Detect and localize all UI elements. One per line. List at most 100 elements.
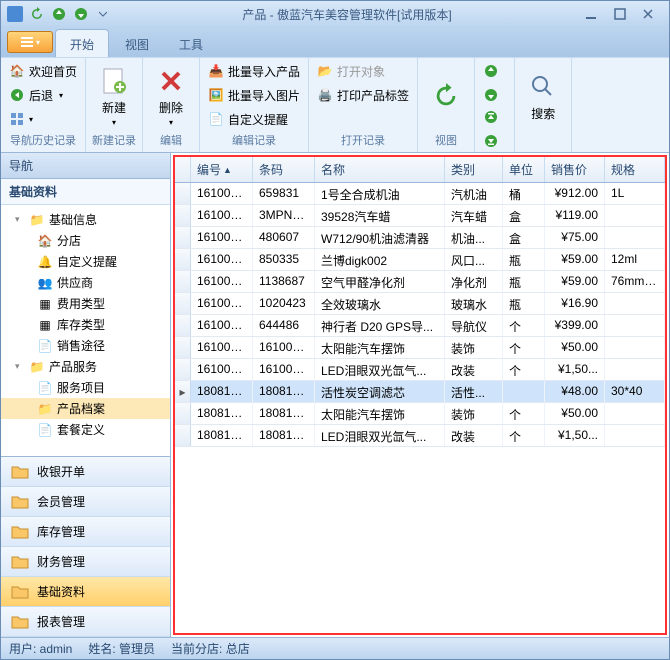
close-button[interactable] <box>637 5 659 23</box>
menu-tabs: ▾ 开始 视图 工具 <box>1 27 669 57</box>
record-up-button[interactable] <box>479 60 503 82</box>
tree-item[interactable]: 📄套餐定义 <box>1 419 170 440</box>
cell-barcode: 180815... <box>253 403 315 424</box>
cell-id: 161008... <box>191 249 253 270</box>
tab-tools[interactable]: 工具 <box>165 30 217 57</box>
refresh-icon[interactable] <box>27 4 47 24</box>
folder-icon: 📁 <box>29 359 45 375</box>
import-images-label: 批量导入图片 <box>228 87 300 104</box>
print-icon: 🖨️ <box>317 87 333 103</box>
quick-more-icon[interactable] <box>93 4 113 24</box>
nav-button[interactable]: 收银开单 <box>1 457 170 487</box>
row-marker <box>175 249 191 270</box>
nav-more-button[interactable]: ▾ <box>5 108 37 130</box>
col-category[interactable]: 类别 <box>445 157 503 182</box>
cell-category: 改装 <box>445 425 503 446</box>
cell-category: 玻璃水 <box>445 293 503 314</box>
search-button[interactable]: 搜索 <box>519 60 567 132</box>
cell-category: 汽机油 <box>445 183 503 204</box>
table-row[interactable]: 161008...1138687空气甲醛净化剂净化剂瓶¥59.0076mm*1.… <box>175 271 665 293</box>
tree-item[interactable]: 📁产品档案 <box>1 398 170 419</box>
col-barcode[interactable]: 条码 <box>253 157 315 182</box>
cell-category: 活性... <box>445 381 503 402</box>
tree-item[interactable]: ▦库存类型 <box>1 314 170 335</box>
table-row[interactable]: 180815...180815...太阳能汽车摆饰装饰个¥50.00 <box>175 403 665 425</box>
cell-spec <box>605 227 665 248</box>
col-unit[interactable]: 单位 <box>503 157 545 182</box>
col-price[interactable]: 销售价 <box>545 157 605 182</box>
row-marker <box>175 183 191 204</box>
table-row[interactable]: 161008...850335兰博digk002风口...瓶¥59.0012ml <box>175 249 665 271</box>
grid-body[interactable]: 161008...6598311号全合成机油汽机油桶¥912.001L16100… <box>175 183 665 633</box>
table-row[interactable]: 161008...644486神行者 D20 GPS导...导航仪个¥399.0… <box>175 315 665 337</box>
tree-item[interactable]: ▾ 📁产品服务 <box>1 356 170 377</box>
import-images-button[interactable]: 🖼️批量导入图片 <box>204 84 304 106</box>
statusbar: 用户: admin 姓名: 管理员 当前分店: 总店 <box>1 637 669 659</box>
record-top-button[interactable] <box>479 106 503 128</box>
cell-price: ¥50.00 <box>545 337 605 358</box>
doc-icon: 📄 <box>37 422 53 438</box>
tree-item[interactable]: 📄服务项目 <box>1 377 170 398</box>
ribbon-group-view-label: 视图 <box>422 132 470 150</box>
down-icon[interactable] <box>71 4 91 24</box>
cell-price: ¥16.90 <box>545 293 605 314</box>
table-row[interactable]: 161008...161008...太阳能汽车摆饰装饰个¥50.00 <box>175 337 665 359</box>
cell-price: ¥399.00 <box>545 315 605 336</box>
record-down-button[interactable] <box>479 84 503 106</box>
app-icon[interactable] <box>5 4 25 24</box>
ribbon-group-record: 记录... <box>475 58 515 152</box>
table-row[interactable]: 161008...161008...LED泪眼双光氙气...改装个¥1,50..… <box>175 359 665 381</box>
col-name[interactable]: 名称 <box>315 157 445 182</box>
nav-button[interactable]: 会员管理 <box>1 487 170 517</box>
tab-view[interactable]: 视图 <box>111 30 163 57</box>
new-button[interactable]: 新建▾ <box>90 60 138 132</box>
back-button[interactable]: 后退▾ <box>5 84 67 106</box>
tree-item[interactable]: ▦费用类型 <box>1 293 170 314</box>
up-icon[interactable] <box>49 4 69 24</box>
folder-icon <box>11 585 29 599</box>
tab-start[interactable]: 开始 <box>55 29 109 57</box>
cell-category: 机油... <box>445 227 503 248</box>
col-id[interactable]: 编号▲ <box>191 157 253 182</box>
cell-spec <box>605 425 665 446</box>
table-row[interactable]: 180815...180815...LED泪眼双光氙气...改装个¥1,50..… <box>175 425 665 447</box>
cell-name: W712/90机油滤清器 <box>315 227 445 248</box>
record-bottom-button[interactable] <box>479 130 503 152</box>
ribbon-group-new: 新建▾ 新建记录 <box>86 58 143 152</box>
cell-name: 空气甲醛净化剂 <box>315 271 445 292</box>
cell-unit: 个 <box>503 337 545 358</box>
nav-button[interactable]: 财务管理 <box>1 547 170 577</box>
cell-category: 风口... <box>445 249 503 270</box>
cell-name: 兰博digk002 <box>315 249 445 270</box>
doc-icon: 📄 <box>37 338 53 354</box>
print-label-button[interactable]: 🖨️打印产品标签 <box>313 84 413 106</box>
tree-item[interactable]: 👥供应商 <box>1 272 170 293</box>
grid-icon: ▦ <box>37 317 53 333</box>
row-marker <box>175 271 191 292</box>
refresh-view-button[interactable] <box>422 60 470 132</box>
table-row[interactable]: 161008...6598311号全合成机油汽机油桶¥912.001L <box>175 183 665 205</box>
row-marker <box>175 403 191 424</box>
nav-button[interactable]: 基础资料 <box>1 577 170 607</box>
grid-header: 编号▲ 条码 名称 类别 单位 销售价 规格 <box>175 157 665 183</box>
tree-item[interactable]: 🔔自定义提醒 <box>1 251 170 272</box>
minimize-button[interactable] <box>581 5 603 23</box>
tree-item[interactable]: ▾ 📁基础信息 <box>1 209 170 230</box>
table-row[interactable]: ▸180815...180815...活性炭空调滤芯活性...¥48.0030*… <box>175 381 665 403</box>
table-row[interactable]: 161008...480607W712/90机油滤清器机油...盒¥75.00 <box>175 227 665 249</box>
main-menu-button[interactable]: ▾ <box>7 31 53 53</box>
nav-button[interactable]: 报表管理 <box>1 607 170 637</box>
table-row[interactable]: 161008...3MPN39...39528汽车蜡汽车蜡盒¥119.00 <box>175 205 665 227</box>
delete-button[interactable]: 删除▾ <box>147 60 195 132</box>
maximize-button[interactable] <box>609 5 631 23</box>
nav-button[interactable]: 库存管理 <box>1 517 170 547</box>
import-products-button[interactable]: 📥批量导入产品 <box>204 60 304 82</box>
welcome-button[interactable]: 🏠欢迎首页 <box>5 60 81 82</box>
tree-item[interactable]: 🏠分店 <box>1 230 170 251</box>
table-row[interactable]: 161008...1020423全效玻璃水玻璃水瓶¥16.90 <box>175 293 665 315</box>
titlebar: 产品 - 傲蓝汽车美容管理软件[试用版本] <box>1 1 669 27</box>
col-spec[interactable]: 规格 <box>605 157 665 182</box>
tree-item[interactable]: 📄销售途径 <box>1 335 170 356</box>
custom-reminder-button[interactable]: 📄自定义提醒 <box>204 108 292 130</box>
nav-label: 报表管理 <box>37 613 85 630</box>
